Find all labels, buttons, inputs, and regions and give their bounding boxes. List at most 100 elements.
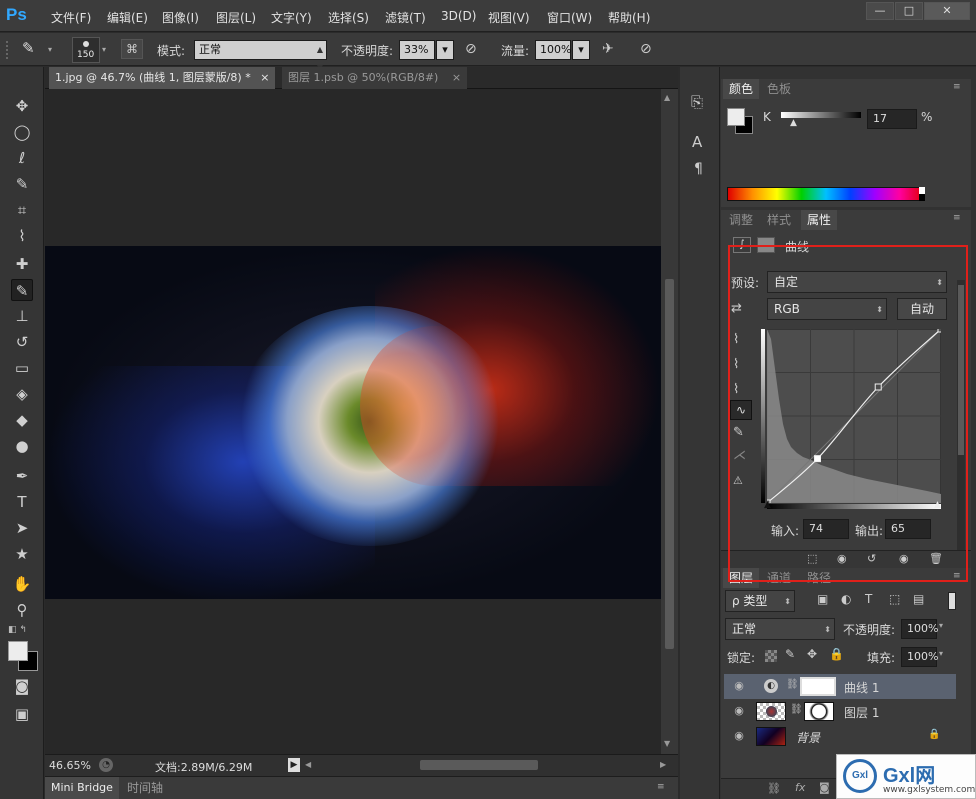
- marquee-tool-icon[interactable]: ◯: [11, 121, 33, 143]
- view-previous-state-icon[interactable]: ◉: [837, 552, 847, 565]
- background-thumbnail[interactable]: [756, 727, 786, 746]
- layer-thumbnail[interactable]: [756, 702, 786, 721]
- tab-adjustments[interactable]: 调整: [723, 210, 759, 230]
- preset-select[interactable]: 自定 ⬍: [767, 271, 947, 293]
- paint-bucket-tool-icon[interactable]: ◈: [11, 383, 33, 405]
- layer-row-background[interactable]: ◉ 背景 🔒: [724, 724, 956, 749]
- paragraph-panel-icon[interactable]: ¶: [694, 161, 703, 177]
- brush-tool-icon[interactable]: ✎: [11, 279, 33, 301]
- panel-menu-icon[interactable]: ≡: [953, 571, 961, 581]
- filter-adjustment-icon[interactable]: ◐: [841, 592, 851, 606]
- color-spectrum-ramp[interactable]: [727, 187, 925, 201]
- menu-filter[interactable]: 滤镜(T): [385, 9, 426, 26]
- channel-select[interactable]: RGB ⬍: [767, 298, 887, 320]
- default-colors-icon[interactable]: ◧ ↰: [8, 625, 27, 635]
- clipping-warning-icon[interactable]: ⚠: [733, 474, 743, 487]
- menu-file[interactable]: 文件(F): [51, 9, 91, 26]
- fill-field[interactable]: 100%: [901, 647, 938, 667]
- filter-shape-icon[interactable]: ⬚: [889, 592, 900, 606]
- delete-adjustment-icon[interactable]: 🗑: [929, 552, 943, 565]
- history-brush-tool-icon[interactable]: ↺: [11, 331, 33, 353]
- healing-brush-tool-icon[interactable]: ✚: [11, 253, 33, 275]
- curve-edit-points-icon[interactable]: ∿: [730, 400, 752, 420]
- blur-tool-icon[interactable]: ◆: [11, 409, 33, 431]
- black-point-eyedropper-icon[interactable]: ⌇: [733, 332, 739, 347]
- history-panel-icon[interactable]: ⎘: [691, 93, 703, 111]
- scroll-down-icon[interactable]: ▼: [664, 739, 670, 748]
- visibility-eye-icon[interactable]: ◉: [732, 730, 746, 742]
- canvas-vertical-scrollbar[interactable]: ▲ ▼: [661, 89, 678, 754]
- layer-mask-icon[interactable]: [757, 237, 775, 253]
- document-image[interactable]: [45, 246, 661, 599]
- properties-scroll-thumb[interactable]: [958, 285, 964, 455]
- zoom-level[interactable]: 46.65%: [49, 759, 91, 772]
- eyedropper-tool-icon[interactable]: ⌇: [11, 225, 33, 247]
- tab-1jpg[interactable]: 1.jpg @ 46.7% (曲线 1, 图层蒙版/8) * ×: [49, 67, 276, 89]
- layer-style-fx-icon[interactable]: fx: [795, 781, 805, 794]
- tab-channels[interactable]: 通道: [761, 568, 797, 588]
- mask-link-icon[interactable]: ⛓: [790, 704, 803, 715]
- pressure-opacity-icon[interactable]: ⊘: [465, 41, 477, 57]
- panel-menu-icon[interactable]: ≡: [953, 213, 961, 223]
- tab-layer1-psb[interactable]: 图层 1.psb @ 50%(RGB/8#) ×: [282, 67, 468, 89]
- path-select-tool-icon[interactable]: ➤: [11, 517, 33, 539]
- hscroll-thumb[interactable]: [420, 760, 538, 770]
- properties-scrollbar[interactable]: [957, 280, 965, 550]
- visibility-eye-icon[interactable]: ◉: [732, 680, 746, 692]
- black-input-slider[interactable]: ▲: [764, 500, 771, 510]
- flow-field[interactable]: 100%: [535, 40, 571, 60]
- brush-picker-arrow-icon[interactable]: ▾: [102, 45, 106, 54]
- type-tool-icon[interactable]: T: [11, 491, 33, 513]
- reset-icon[interactable]: ↺: [867, 552, 876, 565]
- curve-control-point[interactable]: [813, 455, 821, 463]
- auto-button[interactable]: 自动: [897, 298, 947, 320]
- menu-3d[interactable]: 3D(D): [441, 9, 476, 23]
- tab-close-icon[interactable]: ×: [260, 71, 269, 84]
- layer-row-curves[interactable]: ◉ ◐ ⛓ 曲线 1: [724, 674, 956, 699]
- tab-properties[interactable]: 属性: [801, 210, 838, 230]
- lasso-tool-icon[interactable]: ℓ: [11, 147, 33, 169]
- opacity-field[interactable]: 33%: [399, 40, 435, 60]
- toggle-visibility-icon[interactable]: ◉: [899, 552, 909, 565]
- character-panel-icon[interactable]: A: [692, 133, 702, 151]
- filter-toggle[interactable]: [948, 592, 956, 610]
- curve-pencil-icon[interactable]: ✎: [733, 425, 744, 440]
- add-mask-icon[interactable]: ◙: [819, 781, 830, 794]
- tab-swatches[interactable]: 色板: [761, 79, 797, 99]
- white-input-slider[interactable]: ▲: [934, 500, 941, 510]
- stamp-tool-icon[interactable]: ⊥: [11, 305, 33, 327]
- pen-tool-icon[interactable]: ✒: [11, 465, 33, 487]
- tab-mini-bridge[interactable]: Mini Bridge: [45, 777, 119, 799]
- tab-styles[interactable]: 样式: [761, 210, 797, 230]
- tool-preset-arrow-icon[interactable]: ▾: [48, 45, 52, 54]
- layer-filter-select[interactable]: ρ 类型 ⬍: [725, 590, 795, 612]
- output-value-field[interactable]: 65: [885, 519, 931, 539]
- menu-view[interactable]: 视图(V): [488, 9, 530, 26]
- close-button[interactable]: ✕: [924, 2, 970, 20]
- color-fg-swatch[interactable]: [727, 108, 745, 126]
- lock-pixels-icon[interactable]: ✎: [785, 647, 795, 661]
- scroll-up-icon[interactable]: ▲: [664, 93, 670, 102]
- link-layers-icon[interactable]: ⛓: [767, 782, 781, 795]
- menu-type[interactable]: 文字(Y): [271, 9, 312, 26]
- menu-help[interactable]: 帮助(H): [608, 9, 650, 26]
- opacity-dropdown-arrow-icon[interactable]: ▾: [436, 40, 454, 60]
- clip-to-layer-icon[interactable]: ⬚: [807, 552, 817, 565]
- flow-dropdown-arrow-icon[interactable]: ▾: [572, 40, 590, 60]
- visibility-eye-icon[interactable]: ◉: [732, 705, 746, 717]
- canvas-area[interactable]: [45, 89, 661, 754]
- tab-color[interactable]: 颜色: [723, 79, 760, 99]
- input-value-field[interactable]: 74: [803, 519, 849, 539]
- minimize-button[interactable]: —: [866, 2, 894, 20]
- panel-menu-icon[interactable]: ≡: [953, 82, 961, 92]
- airbrush-icon[interactable]: ✈: [602, 41, 614, 57]
- crop-tool-icon[interactable]: ⌗: [11, 199, 33, 221]
- fill-arrow-icon[interactable]: ▾: [939, 649, 943, 658]
- layer-opacity-arrow-icon[interactable]: ▾: [939, 621, 943, 630]
- lock-all-icon[interactable]: 🔒: [829, 647, 844, 661]
- hscroll-left-icon[interactable]: ◀: [305, 760, 311, 769]
- status-menu-arrow-icon[interactable]: ▶: [288, 758, 300, 772]
- curve-control-point[interactable]: [874, 383, 882, 391]
- tab-layers[interactable]: 图层: [723, 568, 760, 588]
- hand-tool-icon[interactable]: ✋: [11, 573, 33, 595]
